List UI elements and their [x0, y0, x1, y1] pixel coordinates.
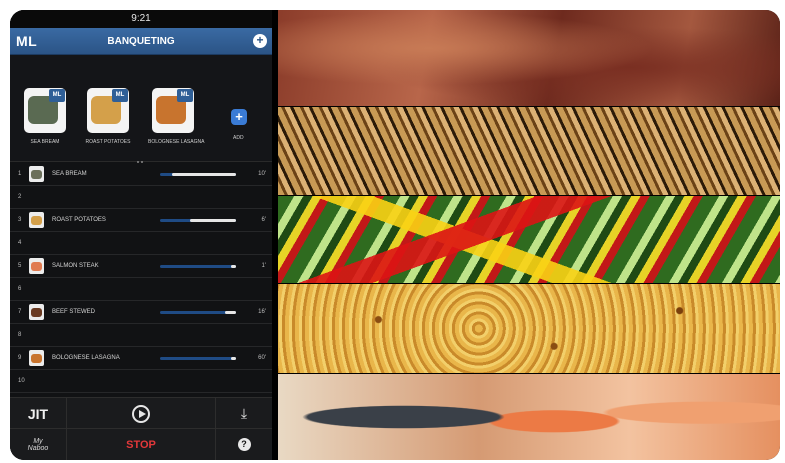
ml-badge: ML	[49, 89, 65, 102]
play-button[interactable]	[67, 398, 215, 429]
slot-thumbnail	[29, 304, 44, 320]
dish-label: BOLOGNESE LASAGNA	[148, 139, 205, 145]
slot-progress-fill	[225, 311, 236, 314]
slot-progress-bar	[160, 265, 236, 268]
stop-button[interactable]: STOP	[67, 429, 215, 460]
slot-time: 60'	[258, 355, 266, 361]
slot-dish-name: ROAST POTATOES	[52, 217, 106, 223]
add-dish-button[interactable]: +	[231, 109, 247, 125]
slot-progress-fill	[190, 219, 236, 222]
slot-progress-bar	[160, 219, 236, 222]
brand-line-2: Naboo	[27, 444, 49, 452]
slot-time: 10'	[258, 171, 266, 177]
slot-time: 1'	[261, 263, 266, 269]
slot-number: 5	[18, 263, 22, 269]
carousel-pager	[136, 150, 146, 163]
my-naboo-button[interactable]: My Naboo	[10, 429, 66, 460]
my-naboo-logo: My Naboo	[28, 438, 49, 452]
slot-row[interactable]: 3 ROAST POTATOES 6'	[10, 209, 272, 232]
photo-vegetables	[278, 196, 780, 283]
stop-label: STOP	[126, 438, 156, 451]
nav-bar: ML BANQUETING +	[10, 28, 272, 55]
slot-row[interactable]: 2	[10, 186, 272, 209]
jit-label: JIT	[27, 405, 49, 422]
screenshot-frame: 9:21 ML BANQUETING + ML SEA BREAM ML ROA…	[10, 10, 780, 460]
download-button[interactable]: ⤓	[216, 398, 272, 429]
slot-progress-fill	[172, 173, 236, 176]
slot-row[interactable]: 4	[10, 232, 272, 255]
slot-thumbnail	[29, 212, 44, 228]
slot-number: 10	[18, 378, 25, 384]
photo-meat	[278, 10, 780, 106]
slot-number: 4	[18, 240, 22, 246]
add-label: ADD	[233, 135, 244, 141]
slot-dish-name: SALMON STEAK	[52, 263, 99, 269]
slot-thumbnail	[29, 258, 44, 274]
slot-number: 2	[18, 194, 22, 200]
carousel-dish-bolognese-lasagna[interactable]: ML BOLOGNESE LASAGNA	[148, 88, 205, 145]
carousel-dish-roast-potatoes[interactable]: ML ROAST POTATOES	[83, 88, 133, 145]
photo-fries	[278, 107, 780, 195]
slot-row[interactable]: 5 SALMON STEAK 1'	[10, 255, 272, 278]
dish-label: SEA BREAM	[30, 139, 60, 145]
dish-thumbnail: ML	[87, 88, 129, 133]
carousel-dish-sea-bream[interactable]: ML SEA BREAM	[20, 88, 70, 145]
dish-thumbnail: ML	[24, 88, 66, 133]
slot-number: 6	[18, 286, 22, 292]
play-circle-icon	[132, 404, 150, 423]
slot-progress-bar	[160, 173, 236, 176]
slot-time: 16'	[258, 309, 266, 315]
page-title: BANQUETING	[107, 35, 175, 47]
help-icon: ?	[237, 438, 251, 451]
ml-badge: ML	[177, 89, 193, 102]
slot-number: 9	[18, 355, 22, 361]
jit-button[interactable]: JIT	[10, 398, 66, 429]
slot-dish-name: BOLOGNESE LASAGNA	[52, 355, 120, 361]
ml-badge: ML	[112, 89, 128, 102]
slot-dish-name: BEEF STEWED	[52, 309, 96, 315]
slot-row[interactable]: 10	[10, 370, 272, 393]
slot-progress-bar	[160, 311, 236, 314]
slot-number: 8	[18, 332, 22, 338]
dish-label: ROAST POTATOES	[85, 139, 131, 145]
slot-number: 1	[18, 171, 22, 177]
slot-row[interactable]: 8	[10, 324, 272, 347]
help-button[interactable]: ?	[216, 429, 272, 460]
slot-row[interactable]: 1 SEA BREAM 10'	[10, 163, 272, 186]
slot-number: 3	[18, 217, 22, 223]
slot-row[interactable]: 9 BOLOGNESE LASAGNA 60'	[10, 347, 272, 370]
plus-circle-icon[interactable]: +	[253, 34, 267, 48]
slot-row[interactable]: 6	[10, 278, 272, 301]
slot-time: 6'	[261, 217, 266, 223]
dish-thumbnail: ML	[152, 88, 194, 133]
photo-seafood	[278, 374, 780, 460]
slot-progress-bar	[160, 357, 236, 360]
slot-progress-fill	[231, 265, 236, 268]
slot-row[interactable]: 7 BEEF STEWED 16'	[10, 301, 272, 324]
slot-thumbnail	[29, 166, 44, 182]
slot-number: 7	[18, 309, 22, 315]
slot-dish-name: SEA BREAM	[52, 171, 87, 177]
bottom-toolbar: JIT ⤓ My Naboo STOP ?	[10, 397, 272, 460]
dish-carousel: ML SEA BREAM ML ROAST POTATOES ML BOLOGN…	[10, 55, 272, 163]
status-time: 9:21	[131, 13, 151, 24]
status-bar: 9:21	[10, 10, 272, 28]
slot-list: 1 SEA BREAM 10' 2 3 ROAST POTATOES 6' 4 5 SALMON …	[10, 163, 272, 393]
slot-thumbnail	[29, 350, 44, 366]
photo-gratin	[278, 284, 780, 373]
slot-progress-fill	[231, 357, 236, 360]
brand-line-1: My	[33, 437, 43, 445]
download-icon: ⤓	[240, 405, 248, 421]
phone-screen: 9:21 ML BANQUETING + ML SEA BREAM ML ROA…	[10, 10, 272, 460]
food-photo-collage	[278, 10, 780, 460]
